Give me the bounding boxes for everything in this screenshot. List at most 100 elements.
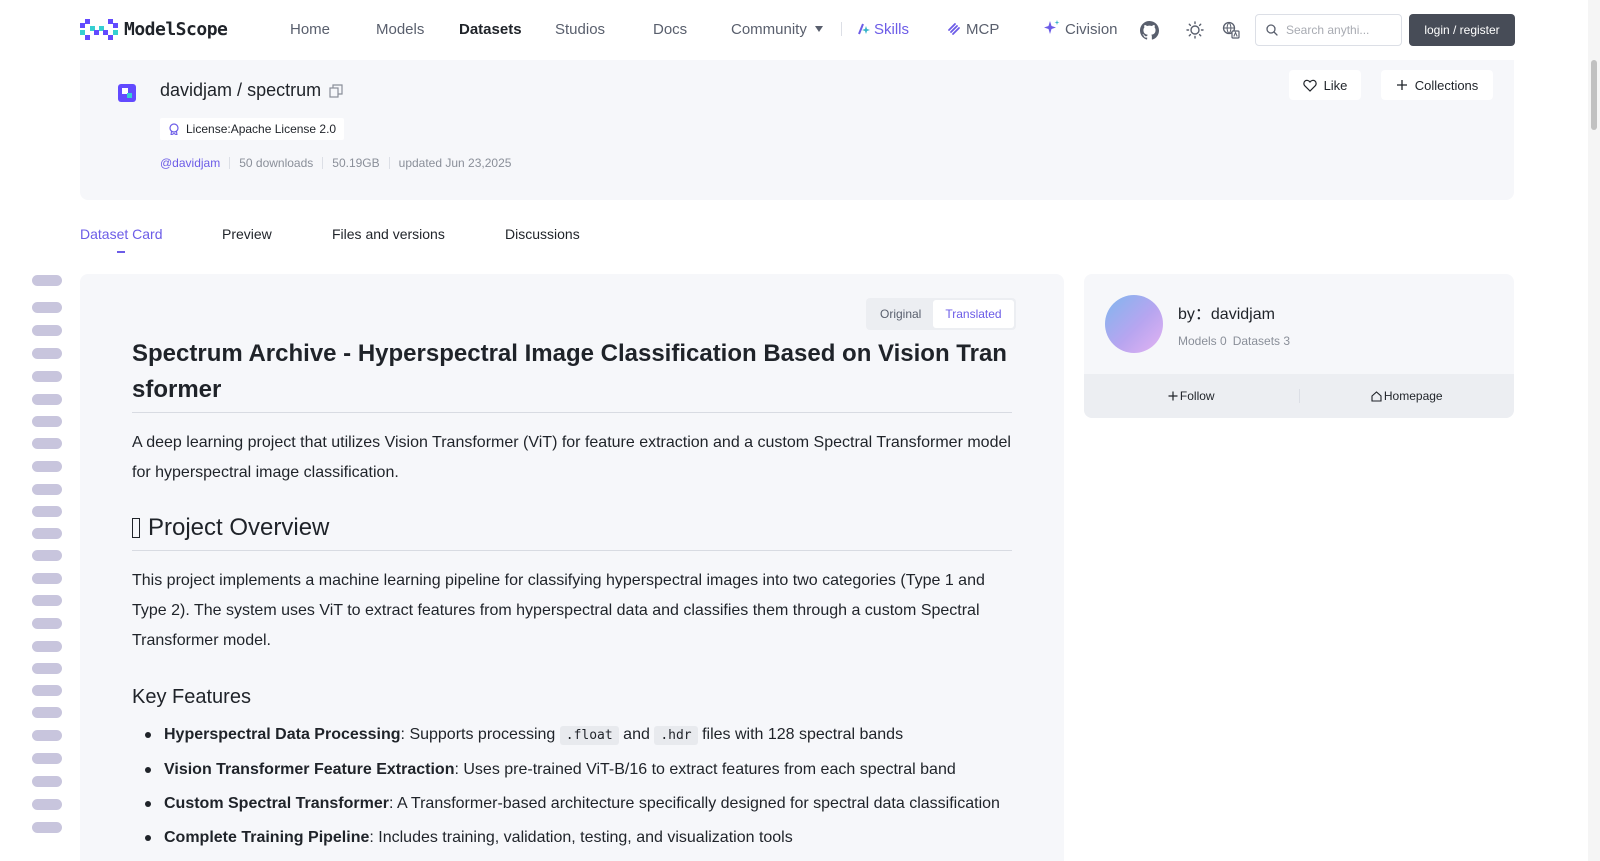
toc-placeholder [32, 484, 62, 495]
feature-title: Complete Training Pipeline [164, 829, 370, 846]
scrollbar-thumb[interactable] [1591, 60, 1597, 130]
readme-title: Spectrum Archive - Hyperspectral Image C… [132, 336, 1012, 413]
homepage-button[interactable]: Homepage [1300, 389, 1515, 403]
features-list: Hyperspectral Data Processing: Supports … [132, 724, 1012, 849]
tab-dataset-card[interactable]: Dataset Card [80, 226, 162, 242]
search-icon [1266, 24, 1278, 36]
toc-placeholder [32, 550, 62, 561]
repo-header: davidjam / spectrum License:Apache Licen… [80, 60, 1514, 200]
nav-civision-label: Civision [1065, 21, 1118, 38]
toc-placeholder [32, 618, 62, 629]
meta-divider [388, 157, 390, 169]
author-actions: Follow Homepage [1084, 374, 1514, 418]
avatar[interactable] [1105, 295, 1163, 353]
toc-placeholder [32, 394, 62, 405]
overview-heading: Project Overview [132, 510, 1012, 551]
language-icon[interactable] [1220, 19, 1242, 41]
features-heading: Key Features [132, 686, 251, 708]
follow-button[interactable]: Follow [1084, 389, 1299, 403]
heart-icon [1302, 79, 1317, 92]
overview-paragraph: This project implements a machine learni… [132, 572, 985, 649]
search-box[interactable] [1255, 14, 1402, 46]
missing-glyph-icon [132, 518, 140, 538]
page-scrollbar[interactable] [1588, 0, 1600, 861]
toc-placeholder [32, 730, 62, 741]
list-item: Hyperspectral Data Processing: Supports … [145, 724, 1012, 747]
search-input[interactable] [1286, 23, 1396, 37]
toc-placeholder [32, 461, 62, 472]
readme-article: Spectrum Archive - Hyperspectral Image C… [132, 336, 1012, 861]
readme-intro: A deep learning project that utilizes Vi… [132, 434, 1011, 481]
license-icon [169, 123, 179, 135]
nav-skills[interactable]: Skills [857, 19, 909, 41]
toc-placeholder [32, 595, 62, 606]
nav-civision[interactable]: Civision [1043, 19, 1118, 41]
modelscope-logo-icon [80, 19, 118, 40]
models-count: Models 0 [1178, 334, 1227, 348]
updated-date: updated Jun 23,2025 [398, 156, 512, 170]
modelscope-logo[interactable]: ModelScope [80, 19, 228, 40]
license-badge[interactable]: License:Apache License 2.0 [160, 118, 345, 140]
meta-divider [322, 157, 324, 169]
follow-label: Follow [1179, 389, 1215, 403]
home-icon [1371, 390, 1382, 402]
tab-files-and-versions[interactable]: Files and versions [332, 226, 445, 242]
toc-placeholder [32, 641, 62, 652]
nav-skills-label: Skills [874, 21, 910, 38]
feature-title: Hyperspectral Data Processing [164, 726, 401, 743]
toc-placeholder [32, 528, 62, 539]
user-handle-link[interactable]: @davidjam [160, 156, 220, 170]
toc-placeholder [32, 371, 62, 382]
nav-community[interactable]: Community [731, 19, 823, 41]
translated-toggle-button[interactable]: Translated [933, 300, 1014, 328]
nav-models[interactable]: Models [376, 19, 424, 41]
tab-preview[interactable]: Preview [222, 226, 272, 242]
repo-owner[interactable]: davidjam [160, 80, 232, 101]
nav-mcp-label: MCP [966, 21, 1000, 38]
nav-studios[interactable]: Studios [555, 19, 605, 41]
github-icon[interactable] [1138, 19, 1160, 41]
toc-placeholder [32, 685, 62, 696]
repo-title: davidjam / spectrum [160, 80, 343, 101]
feature-text: : Includes training, validation, testing… [369, 829, 793, 846]
language-toggle: Original Translated [866, 298, 1016, 330]
repo-title-separator: / [237, 80, 243, 100]
nav-docs[interactable]: Docs [653, 19, 687, 41]
toc-placeholder [32, 416, 62, 427]
nav-home[interactable]: Home [290, 19, 330, 41]
theme-toggle-icon[interactable] [1184, 19, 1206, 41]
tab-discussions[interactable]: Discussions [505, 226, 580, 242]
nav-community-label: Community [731, 21, 807, 38]
overview-heading-text: Project Overview [148, 514, 330, 541]
collections-button[interactable]: Collections [1381, 70, 1493, 100]
toc-placeholder [32, 776, 62, 787]
toc-placeholder [32, 506, 62, 517]
nav-datasets[interactable]: Datasets [459, 19, 522, 41]
collections-label: Collections [1414, 77, 1479, 93]
toc-placeholder [32, 799, 62, 810]
homepage-label: Homepage [1383, 389, 1443, 403]
toc-placeholder [32, 753, 62, 764]
list-item: Custom Spectral Transformer: A Transform… [145, 793, 1012, 815]
dataset-card-content: Original Translated Spectrum Archive - H… [80, 274, 1064, 861]
feature-text: and [618, 726, 655, 743]
toc-placeholder [32, 822, 62, 833]
repo-avatar-icon [118, 84, 136, 102]
login-register-button[interactable]: login / register [1409, 14, 1515, 46]
toc-placeholder [32, 325, 62, 336]
nav-mcp[interactable]: MCP [946, 19, 999, 41]
feature-text: : A Transformer-based architecture speci… [388, 795, 1000, 812]
feature-title: Vision Transformer Feature Extraction [164, 761, 455, 778]
original-toggle-button[interactable]: Original [868, 300, 933, 328]
skills-icon [858, 23, 870, 35]
feature-text: files with 128 spectral bands [697, 726, 904, 743]
author-name[interactable]: by：davidjam [1178, 300, 1275, 324]
plus-icon [1396, 80, 1407, 90]
author-card: by：davidjam Models 0 Datasets 3 Follow Ho… [1084, 274, 1514, 418]
datasets-count: Datasets 3 [1232, 334, 1291, 348]
copy-icon[interactable] [329, 83, 343, 98]
like-button[interactable]: Like [1289, 70, 1361, 100]
feature-text: : Uses pre-trained ViT-B/16 to extract f… [454, 761, 956, 778]
feature-title: Custom Spectral Transformer [164, 795, 389, 812]
feature-text: : Supports processing [400, 726, 560, 743]
